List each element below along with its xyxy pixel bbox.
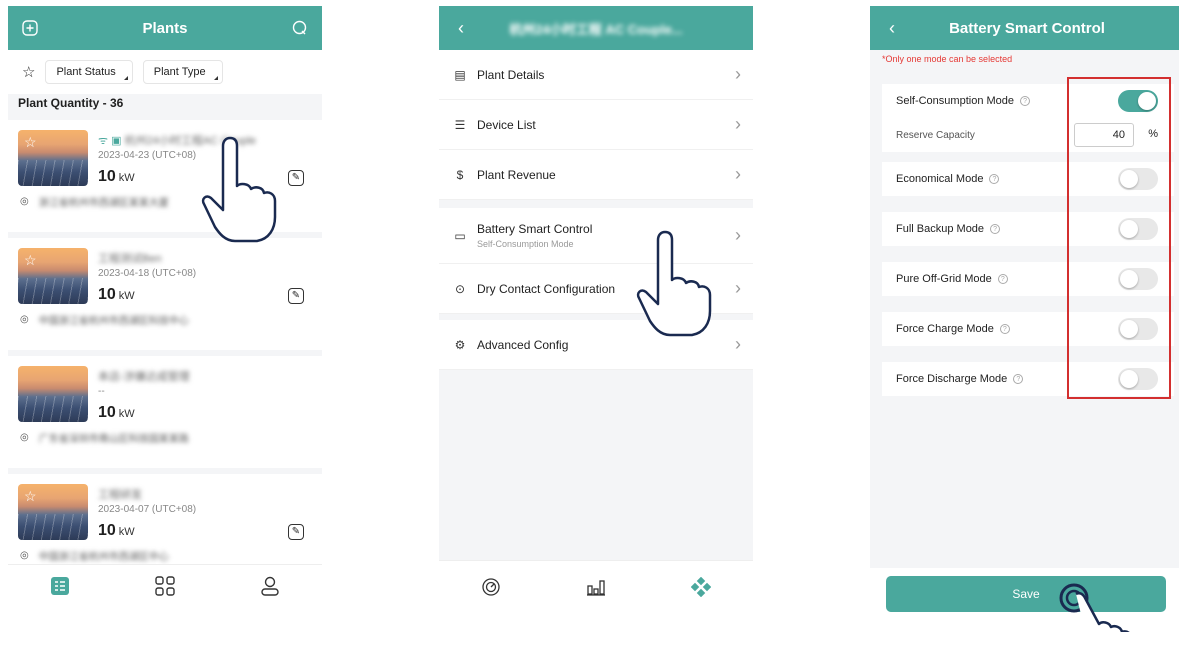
- star-icon[interactable]: ☆: [24, 252, 37, 269]
- location-icon: ◎: [20, 196, 29, 207]
- chart-icon[interactable]: [585, 576, 607, 598]
- plant-menu-group-2: ▭ Battery Smart Control Self-Consumption M…: [439, 208, 753, 314]
- plant-menu-group-1: ▤ Plant Details › ☰ Device List › $ Plant Rev…: [439, 50, 753, 200]
- plant-name: 工程研发: [98, 489, 142, 501]
- safe-area: [8, 606, 322, 632]
- help-icon[interactable]: ?: [1013, 374, 1024, 384]
- help-icon[interactable]: ?: [997, 274, 1008, 284]
- plant-card[interactable]: ☆ 工程测试Ben 2023-04-18 (UTC+08) 10 kW ✎ ◎ 中国…: [8, 238, 322, 350]
- plant-thumbnail: ☆: [18, 130, 88, 186]
- plant-quantity: Plant Quantity - 36: [18, 96, 124, 110]
- plant-thumbnail: ☆: [18, 248, 88, 304]
- plant-status-filter[interactable]: Plant Status: [45, 60, 133, 84]
- toggle-highlight-box: [1067, 77, 1171, 399]
- user-icon[interactable]: [259, 575, 281, 597]
- page-title: 杭州24小时工程 AC Couple...: [509, 21, 683, 37]
- plant-address: ◎ 广东省深圳市南山区科技园某某路: [20, 432, 189, 445]
- list-icon[interactable]: [49, 575, 71, 597]
- menu-item-plant-revenue[interactable]: $ Plant Revenue ›: [439, 150, 753, 200]
- plant-name: 本店-涉嫌达成管理: [98, 371, 190, 383]
- document-icon: ▤: [454, 67, 466, 82]
- battery-smart-control-screen: ‹ Battery Smart Control *Only one mode c…: [870, 6, 1179, 632]
- plant-date: 2023-04-18 (UTC+08): [98, 268, 197, 279]
- contact-icon: ⊙: [454, 281, 466, 296]
- plant-type-filter[interactable]: Plant Type: [142, 60, 223, 84]
- edit-icon[interactable]: ✎: [288, 288, 304, 304]
- location-icon: ◎: [20, 314, 29, 325]
- chevron-right-icon: ›: [735, 278, 741, 298]
- menu-item-dry-contact-configuration[interactable]: ⊙ Dry Contact Configuration ›: [439, 264, 753, 314]
- location-icon: ◎: [20, 432, 29, 443]
- star-icon[interactable]: ☆: [24, 134, 37, 151]
- plant-thumbnail: ☆: [18, 484, 88, 540]
- bottom-nav: [439, 560, 753, 612]
- plant-name-row: ᯤ ▣ 杭州24小时工程AC Couple: [98, 132, 256, 148]
- dollar-icon: $: [456, 167, 464, 182]
- add-plant-button[interactable]: [12, 6, 48, 50]
- plants-topbar: Plants: [8, 6, 322, 50]
- page-title: Battery Smart Control: [949, 19, 1105, 37]
- plant-address: ◎ 浙江省杭州市西湖区某某大厦: [20, 196, 169, 209]
- battery-icon: ▭: [454, 228, 466, 243]
- help-icon[interactable]: ?: [1020, 96, 1031, 106]
- menu-item-device-list[interactable]: ☰ Device List ›: [439, 100, 753, 150]
- plant-thumbnail: [18, 366, 88, 422]
- help-icon[interactable]: ?: [990, 224, 1001, 234]
- battery-topbar: ‹ Battery Smart Control: [870, 6, 1179, 50]
- page-title: Plants: [142, 19, 188, 37]
- chevron-right-icon: ›: [735, 64, 741, 84]
- list-icon: ☰: [454, 117, 466, 132]
- plant-power: 10 kW: [98, 404, 135, 421]
- back-button[interactable]: ‹: [443, 6, 479, 50]
- plant-menu-group-3: ⚙ Advanced Config ›: [439, 320, 753, 370]
- favorite-filter-star-icon[interactable]: ☆: [22, 63, 35, 81]
- back-icon: ‹: [458, 17, 464, 38]
- menu-item-battery-smart-control[interactable]: ▭ Battery Smart Control Self-Consumption M…: [439, 208, 753, 264]
- back-button[interactable]: ‹: [874, 6, 910, 50]
- plant-address: ◎ 中国浙江省杭州市西湖区中心: [20, 550, 169, 563]
- plant-name: 杭州24小时工程AC Couple: [124, 135, 257, 147]
- plant-power: 10 kW: [98, 522, 135, 539]
- help-icon[interactable]: ?: [989, 174, 1000, 184]
- filter-bar: ☆ Plant Status Plant Type: [8, 50, 322, 94]
- chevron-right-icon: ›: [735, 225, 741, 245]
- plant-date: 2023-04-07 (UTC+08): [98, 504, 197, 515]
- save-bar: Save: [870, 568, 1179, 632]
- plant-date: --: [98, 386, 105, 397]
- save-button[interactable]: Save: [886, 576, 1166, 612]
- grid-icon[interactable]: [154, 575, 176, 597]
- plant-address: ◎ 中国浙江省杭州市西湖区科技中心: [20, 314, 189, 327]
- wifi-icon: ᯤ: [98, 135, 109, 147]
- plant-date: 2023-04-23 (UTC+08): [98, 150, 197, 161]
- menu-item-plant-details[interactable]: ▤ Plant Details ›: [439, 50, 753, 100]
- help-icon[interactable]: ?: [999, 324, 1010, 334]
- plant-card[interactable]: ☆ ᯤ ▣ 杭州24小时工程AC Couple 2023-04-23 (UTC+…: [8, 120, 322, 232]
- plant-menu-topbar: ‹ 杭州24小时工程 AC Couple...: [439, 6, 753, 50]
- add-icon: [22, 20, 38, 36]
- chevron-right-icon: ›: [735, 114, 741, 134]
- search-icon: [292, 20, 307, 35]
- gear-icon: ⚙: [454, 337, 466, 352]
- gauge-icon[interactable]: [480, 576, 502, 598]
- edit-icon[interactable]: ✎: [288, 524, 304, 540]
- back-icon: ‹: [889, 17, 895, 38]
- search-button[interactable]: [282, 6, 318, 50]
- plant-power: 10 kW: [98, 286, 135, 303]
- star-icon[interactable]: ☆: [24, 488, 37, 505]
- device-icon: ▣: [111, 135, 122, 147]
- chevron-right-icon: ›: [735, 164, 741, 184]
- plant-menu-screen: ‹ 杭州24小时工程 AC Couple... ▤ Plant Details › …: [439, 6, 753, 612]
- single-mode-notice: *Only one mode can be selected: [882, 54, 1013, 64]
- plants-screen: Plants ☆ Plant Status Plant Type Plant Q…: [8, 6, 322, 632]
- edit-icon[interactable]: ✎: [288, 170, 304, 186]
- plant-card[interactable]: 本店-涉嫌达成管理 -- 10 kW ◎ 广东省深圳市南山区科技园某某路: [8, 356, 322, 468]
- plant-name: 工程测试Ben: [98, 253, 162, 265]
- plant-power: 10 kW: [98, 168, 135, 185]
- diamond-icon[interactable]: [690, 576, 712, 598]
- chevron-right-icon: ›: [735, 334, 741, 354]
- menu-item-advanced-config[interactable]: ⚙ Advanced Config ›: [439, 320, 753, 370]
- bottom-nav: [8, 564, 322, 606]
- location-icon: ◎: [20, 550, 29, 561]
